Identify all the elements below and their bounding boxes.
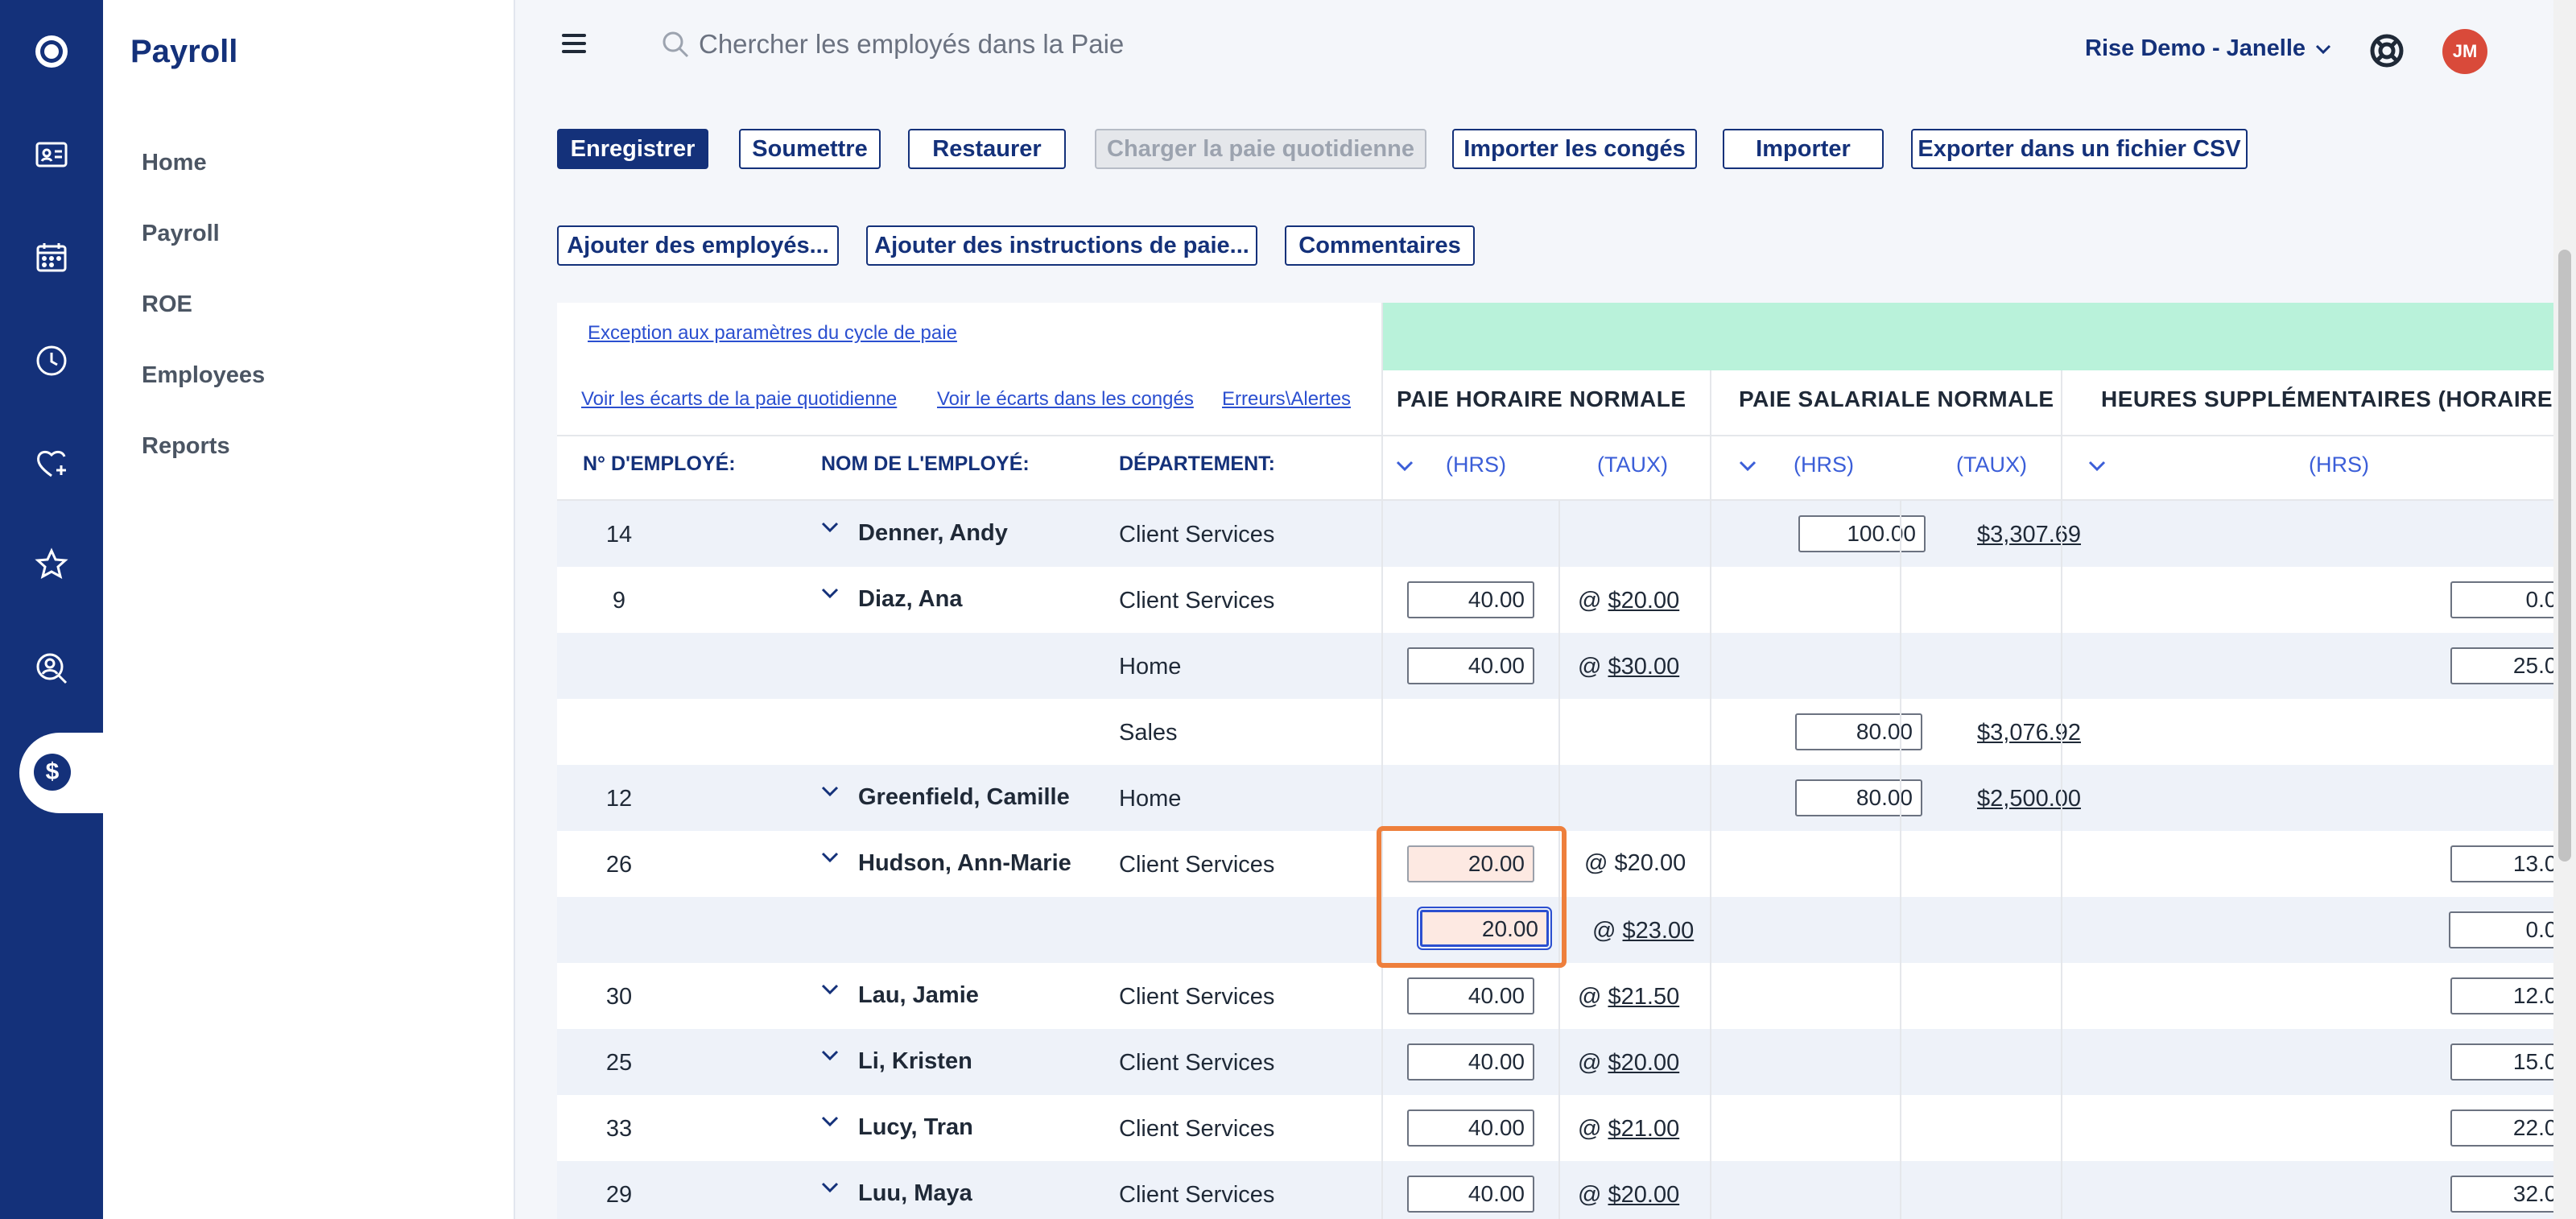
hourly-hrs-input[interactable]: 20.00 xyxy=(1407,845,1534,882)
table-row: 9 Diaz, Ana Client Services 40.00 @ $20.… xyxy=(557,567,2576,633)
sidebar-title: Payroll xyxy=(130,34,238,69)
comments-button[interactable]: Commentaires xyxy=(1285,225,1475,266)
daily-pay-gaps-link[interactable]: Voir les écarts de la paie quotidienne xyxy=(581,388,897,411)
table-row: 14 Denner, Andy Client Services 100.00 $… xyxy=(557,501,2576,567)
id-card-icon[interactable] xyxy=(0,114,103,195)
table-row: 20.00 @ $23.00 0.00 xyxy=(557,897,2576,963)
menu-icon[interactable] xyxy=(562,34,586,55)
sidebar-item-home[interactable]: Home xyxy=(142,150,207,176)
errors-alerts-link[interactable]: Erreurs\Alertes xyxy=(1222,388,1351,411)
sidebar-item-reports[interactable]: Reports xyxy=(142,433,230,460)
hourly-hrs-input[interactable]: 40.00 xyxy=(1407,1176,1534,1213)
chevron-down-icon xyxy=(2315,44,2331,54)
calendar-icon[interactable] xyxy=(0,217,103,298)
expand-row-icon[interactable] xyxy=(819,1177,840,1198)
sidebar-item-payroll[interactable]: Payroll xyxy=(142,221,220,247)
hourly-hrs-input[interactable]: 40.00 xyxy=(1407,1109,1534,1147)
sidebar: Payroll Home Payroll ROE Employees Repor… xyxy=(103,0,515,1219)
salary-hrs-input[interactable]: 100.00 xyxy=(1798,515,1926,552)
app-rail: $ xyxy=(0,0,103,1219)
expand-row-icon[interactable] xyxy=(819,517,840,538)
table-row: Sales 80.00 $3,076.92 xyxy=(557,699,2576,765)
main-content: Chercher les employés dans la Paie Rise … xyxy=(515,0,2576,1219)
hourly-hrs-input[interactable]: 40.00 xyxy=(1407,977,1534,1014)
salary-hrs-header: (HRS) xyxy=(1794,452,1854,477)
export-csv-button[interactable]: Exporter dans un fichier CSV xyxy=(1911,129,2248,169)
hourly-rate-link[interactable]: @ $30.00 xyxy=(1578,654,1679,680)
lifebuoy-icon[interactable] xyxy=(2367,31,2407,71)
clock-icon[interactable] xyxy=(0,320,103,401)
logo-icon[interactable] xyxy=(0,11,103,92)
salary-rate-link[interactable]: $3,076.92 xyxy=(1977,720,2081,746)
col-header-emp-no: N° D'EMPLOYÉ: xyxy=(583,452,736,475)
person-search-icon[interactable] xyxy=(0,628,103,709)
hourly-hrs-input[interactable]: 40.00 xyxy=(1407,1043,1534,1081)
salary-hrs-input[interactable]: 80.00 xyxy=(1795,779,1922,816)
table-row: 33 Lucy, Tran Client Services 40.00 @ $2… xyxy=(557,1095,2576,1161)
scrollbar[interactable] xyxy=(2553,0,2576,1219)
expand-row-icon[interactable] xyxy=(819,979,840,1000)
import-button[interactable]: Importer xyxy=(1723,129,1884,169)
col-header-department: DÉPARTEMENT: xyxy=(1119,452,1275,475)
hourly-rate-link[interactable]: @ $20.00 xyxy=(1578,1050,1679,1076)
table-row: 30 Lau, Jamie Client Services 40.00 @ $2… xyxy=(557,963,2576,1029)
group-header-hourly: PAIE HORAIRE NORMALE xyxy=(1397,386,1686,411)
salary-hrs-input[interactable]: 80.00 xyxy=(1795,713,1922,750)
hourly-rate-link[interactable]: @ $21.00 xyxy=(1578,1116,1679,1143)
group-header-salary: PAIE SALARIALE NORMALE xyxy=(1739,386,2054,411)
hourly-hrs-input[interactable]: 40.00 xyxy=(1407,647,1534,684)
hourly-rate-header: (TAUX) xyxy=(1597,452,1668,477)
group-header-overtime: HEURES SUPPLÉMENTAIRES (HORAIRE xyxy=(2101,386,2553,411)
expand-row-icon[interactable] xyxy=(819,847,840,868)
cycle-exception-link[interactable]: Exception aux paramètres du cycle de pai… xyxy=(588,322,957,345)
table-row: 25 Li, Kristen Client Services 40.00 @ $… xyxy=(557,1029,2576,1095)
restore-button[interactable]: Restaurer xyxy=(908,129,1066,169)
sidebar-item-employees[interactable]: Employees xyxy=(142,362,265,389)
import-leave-button[interactable]: Importer les congés xyxy=(1452,129,1697,169)
heart-plus-icon[interactable] xyxy=(0,424,103,504)
header-band xyxy=(1381,303,2576,370)
col-header-emp-name: NOM DE L'EMPLOYÉ: xyxy=(821,452,1030,475)
collapse-hourly-icon[interactable] xyxy=(1394,456,1415,477)
hourly-rate-text: @ $20.00 xyxy=(1584,850,1686,876)
hourly-hrs-header: (HRS) xyxy=(1446,452,1506,477)
sidebar-item-roe[interactable]: ROE xyxy=(142,291,192,318)
collapse-overtime-icon[interactable] xyxy=(2087,456,2107,477)
expand-row-icon[interactable] xyxy=(819,583,840,604)
salary-rate-header: (TAUX) xyxy=(1956,452,2027,477)
add-employees-button[interactable]: Ajouter des employés... xyxy=(557,225,839,266)
hourly-hrs-input[interactable]: 40.00 xyxy=(1407,581,1534,618)
load-daily-pay-button[interactable]: Charger la paie quotidienne xyxy=(1095,129,1426,169)
leave-gaps-link[interactable]: Voir le écarts dans les congés xyxy=(937,388,1194,411)
payroll-table: Exception aux paramètres du cycle de pai… xyxy=(557,303,2576,1219)
table-row: Home 40.00 @ $30.00 25.00 xyxy=(557,633,2576,699)
overtime-hrs-header: (HRS) xyxy=(2309,452,2369,477)
search-icon xyxy=(663,31,689,58)
save-button[interactable]: Enregistrer xyxy=(557,129,708,169)
expand-row-icon[interactable] xyxy=(819,1045,840,1066)
hourly-rate-link[interactable]: @ $20.00 xyxy=(1578,1182,1679,1209)
avatar[interactable]: JM xyxy=(2442,29,2487,74)
table-row: 29 Luu, Maya Client Services 40.00 @ $20… xyxy=(557,1161,2576,1219)
star-icon[interactable] xyxy=(0,525,103,605)
submit-button[interactable]: Soumettre xyxy=(739,129,881,169)
table-row: 12 Greenfield, Camille Home 80.00 $2,500… xyxy=(557,765,2576,831)
hourly-rate-link[interactable]: @ $21.50 xyxy=(1578,984,1679,1010)
collapse-salary-icon[interactable] xyxy=(1737,456,1758,477)
salary-rate-link[interactable]: $2,500.00 xyxy=(1977,786,2081,812)
dollar-icon: $ xyxy=(34,754,71,791)
search-input[interactable]: Chercher les employés dans la Paie xyxy=(699,29,1124,60)
hourly-hrs-input-focused[interactable]: 20.00 xyxy=(1417,907,1552,950)
account-label: Rise Demo - Janelle xyxy=(2085,35,2306,61)
add-pay-instructions-button[interactable]: Ajouter des instructions de paie... xyxy=(866,225,1257,266)
rail-active-payroll[interactable]: $ xyxy=(19,733,103,813)
table-row: 26 Hudson, Ann-Marie Client Services 20.… xyxy=(557,831,2576,897)
expand-row-icon[interactable] xyxy=(819,1111,840,1132)
hourly-rate-link[interactable]: @ $23.00 xyxy=(1592,918,1694,944)
search-bar[interactable]: Chercher les employés dans la Paie xyxy=(660,29,1124,60)
expand-row-icon[interactable] xyxy=(819,781,840,802)
salary-rate-link[interactable]: $3,307.69 xyxy=(1977,522,2081,548)
hourly-rate-link[interactable]: @ $20.00 xyxy=(1578,588,1679,614)
account-menu[interactable]: Rise Demo - Janelle xyxy=(2085,35,2333,62)
